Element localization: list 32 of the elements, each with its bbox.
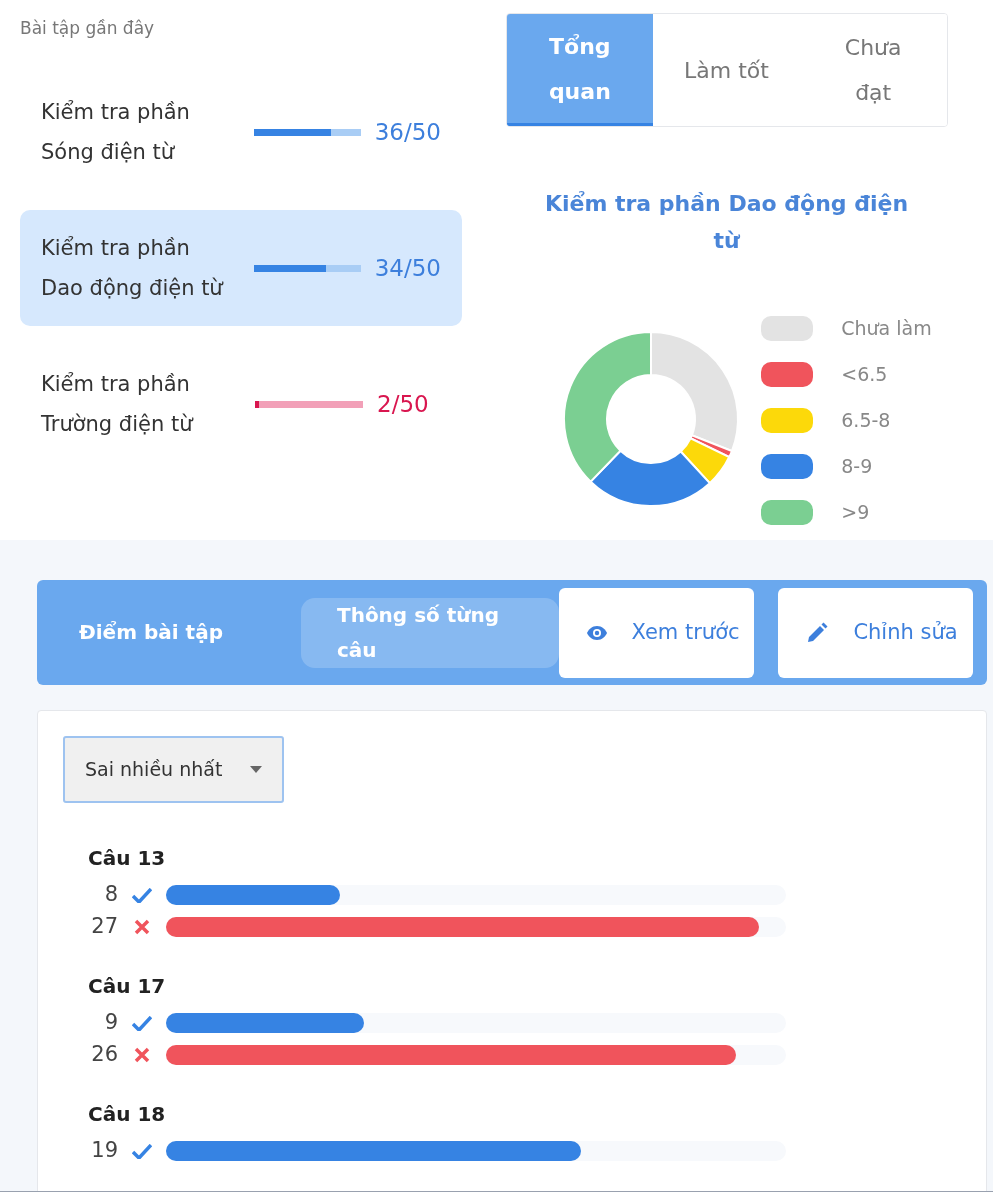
check-icon: [132, 887, 152, 903]
legend-label: <6.5: [841, 361, 888, 387]
score-text: 2/50: [377, 389, 429, 419]
tab[interactable]: Tổng quan: [506, 14, 654, 126]
chart-title: Kiểm tra phần Dao động điện từ: [543, 190, 910, 255]
score-text: 34/50: [374, 253, 441, 283]
answer-count: 19: [90, 1137, 118, 1165]
edit-button[interactable]: Chỉnh sửa: [778, 587, 973, 678]
cross-icon: [134, 1047, 150, 1063]
check-icon: [132, 1015, 152, 1031]
section-title: Bài tập gần đây: [20, 17, 156, 40]
exercise-item[interactable]: Kiểm tra phần Dao động điện từ 34/50: [20, 210, 462, 326]
preview-button[interactable]: Xem trước: [559, 587, 754, 678]
eye-icon: [587, 625, 607, 640]
sort-dropdown[interactable]: Sai nhiều nhất: [63, 736, 284, 803]
legend-label: Chưa làm: [841, 315, 932, 341]
tab[interactable]: Điểm bài tập: [43, 597, 301, 668]
question-label: Câu 13: [88, 845, 167, 872]
score-text: 36/50: [374, 117, 441, 147]
legend-label: 8-9: [841, 453, 873, 479]
check-icon: [132, 1143, 152, 1159]
answer-count: 26: [90, 1041, 118, 1069]
legend-label: 6.5-8: [841, 407, 891, 433]
answer-count: 8: [103, 881, 118, 909]
pencil-icon: [806, 621, 828, 644]
question-label: Câu 17: [88, 973, 167, 1000]
answer-count: 9: [103, 1009, 118, 1037]
legend-label: >9: [841, 499, 870, 525]
caret-icon: [250, 766, 262, 773]
cross-icon: [134, 919, 150, 935]
question-label: Câu 18: [88, 1101, 167, 1128]
answer-count: 27: [90, 913, 118, 941]
